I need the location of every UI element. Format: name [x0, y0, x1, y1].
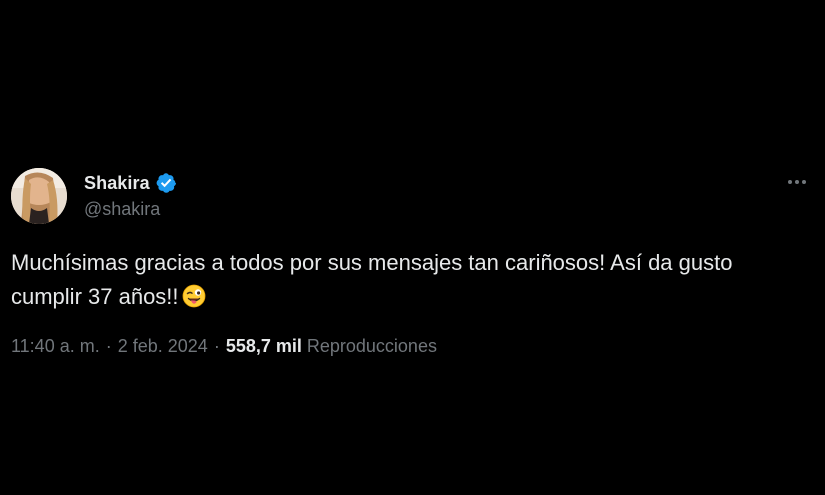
views-label: Reproducciones — [306, 336, 437, 356]
tweet-time[interactable]: 11:40 a. m. — [11, 336, 100, 357]
author-handle[interactable]: @shakira — [84, 199, 160, 220]
views-count: 558,7 mil — [225, 336, 302, 356]
meta-separator: · — [213, 336, 220, 356]
tweet-text-container: Muchísimas gracias a todos por sus mensa… — [11, 246, 791, 314]
author-display-name[interactable]: Shakira — [84, 173, 150, 194]
more-horizontal-icon — [795, 180, 799, 184]
avatar-image — [11, 168, 67, 224]
tweet-metadata: 11:40 a. m. · 2 feb. 2024 · 558,7 mil Re… — [11, 336, 437, 357]
meta-separator: · — [105, 336, 112, 356]
tweet-text: Muchísimas gracias a todos por sus mensa… — [11, 250, 733, 309]
author-name-row: Shakira — [84, 171, 177, 195]
tweet-date[interactable]: 2 feb. 2024 — [118, 336, 208, 357]
more-options-button[interactable] — [784, 172, 810, 192]
more-horizontal-icon — [788, 180, 792, 184]
avatar[interactable] — [11, 168, 67, 224]
winking-face-with-tongue-icon — [182, 284, 206, 308]
verified-badge-icon — [155, 172, 177, 194]
tweet-card[interactable]: Shakira @shakira Muchísimas gracias a to… — [0, 0, 825, 495]
more-horizontal-icon — [802, 180, 806, 184]
